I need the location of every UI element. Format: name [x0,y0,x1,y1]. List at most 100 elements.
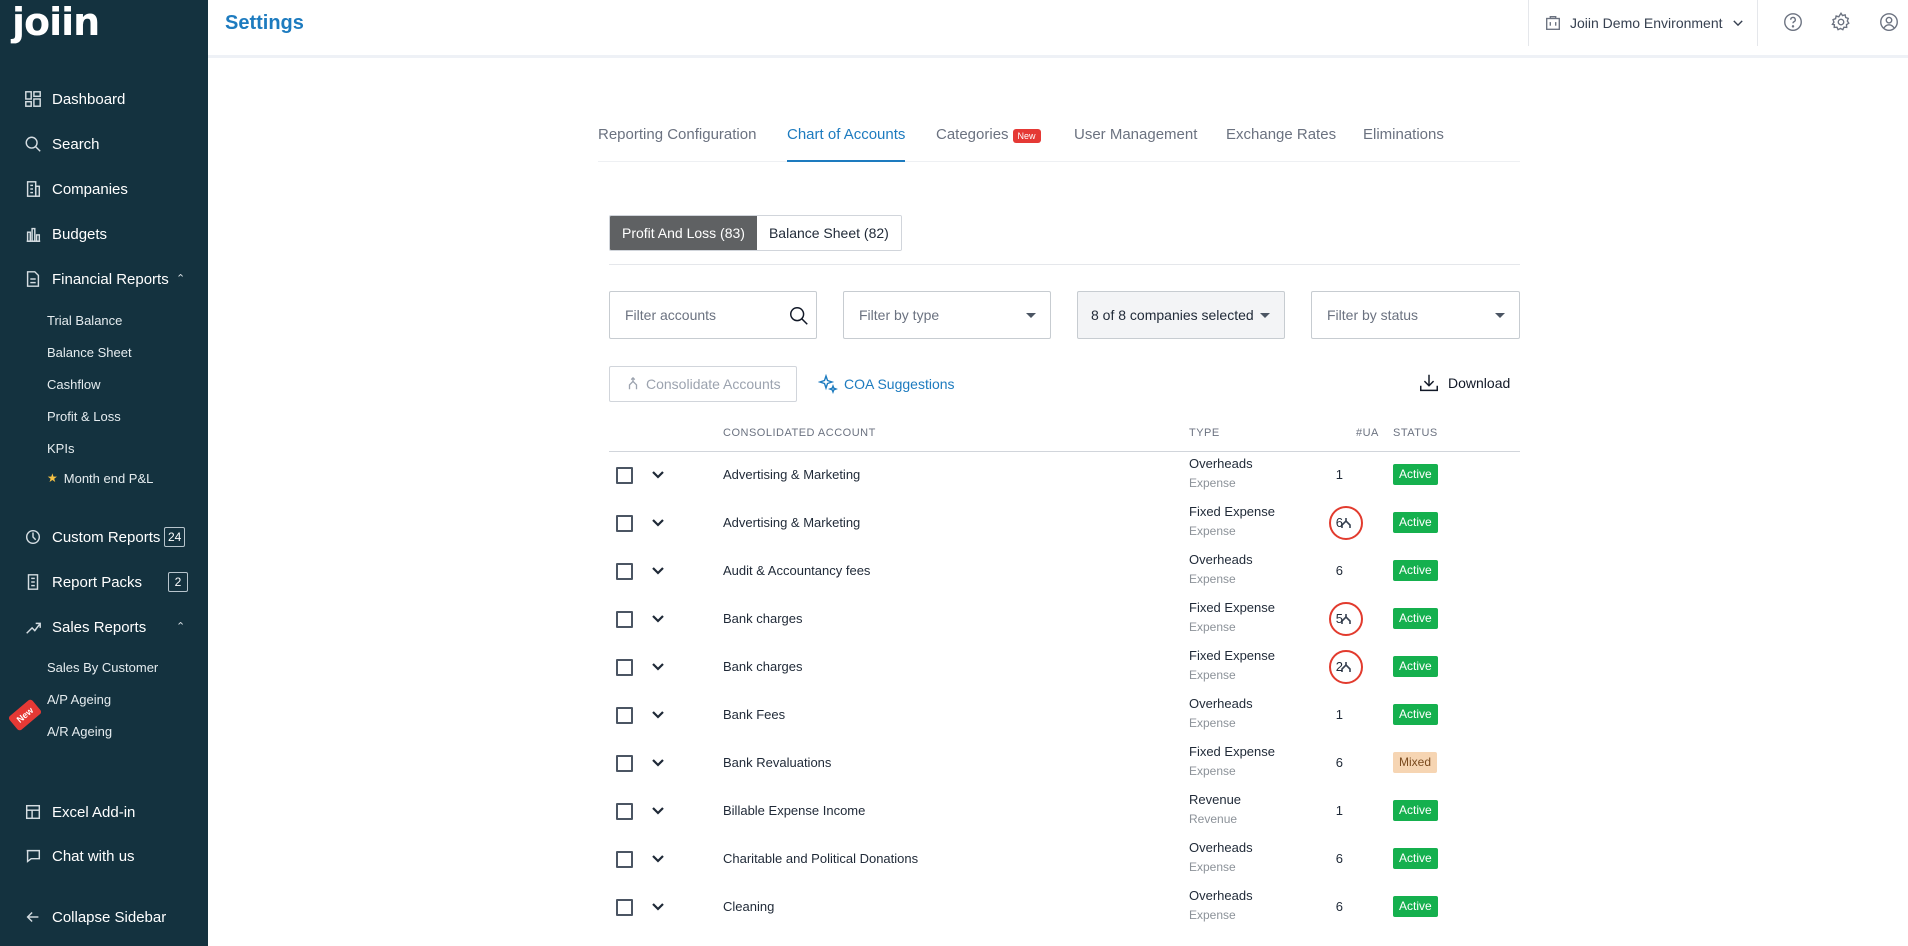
dashboard-icon [22,88,44,110]
table-row[interactable]: Audit & Accountancy fees Overheads Expense… [609,547,1520,595]
status-badge: Active [1393,512,1438,533]
table-row[interactable]: Advertising & Marketing Fixed Expense Expe… [609,499,1520,547]
top-header: Settings Joiin Demo Environment [208,0,1908,56]
table-row[interactable]: Bank charges Fixed Expense Expense 2 Active [609,643,1520,691]
chevron-down-icon[interactable] [650,754,668,772]
chevron-down-icon[interactable] [650,802,668,820]
sidebar-subitem-balance-sheet[interactable]: Balance Sheet [0,339,208,365]
column-header-account[interactable]: CONSOLIDATED ACCOUNT [723,427,876,439]
row-checkbox[interactable] [616,659,633,676]
header-divider [208,55,1908,58]
account-type: Fixed Expense [1189,744,1275,759]
select-value: 8 of 8 companies selected [1091,307,1254,323]
sidebar-subitem-kpis[interactable]: KPIs [0,435,208,461]
account-type: Fixed Expense [1189,648,1275,663]
company-select[interactable]: 8 of 8 companies selected [1077,291,1285,339]
account-name: Bank charges [723,659,803,674]
help-icon[interactable] [1782,11,1806,35]
sidebar-subitem-ar-ageing[interactable]: A/R Ageing [0,718,208,744]
tab-label: Exchange Rates [1226,126,1337,143]
chevron-up-icon[interactable]: ⌃ [176,620,185,633]
sidebar-item-excel-addin[interactable]: Excel Add-in [0,794,208,830]
chevron-down-icon[interactable] [650,658,668,676]
chevron-up-icon[interactable]: ⌃ [176,272,185,285]
environment-selector[interactable]: Joiin Demo Environment [1528,0,1758,46]
tab-chart-of-accounts[interactable]: Chart of Accounts [787,120,906,162]
tab-reporting-configuration[interactable]: Reporting Configuration [598,120,756,162]
sidebar-subitem-trial-balance[interactable]: Trial Balance [0,307,208,333]
chevron-down-icon[interactable] [650,466,668,484]
sidebar-subitem-cashflow[interactable]: Cashflow [0,371,208,397]
chevron-down-icon[interactable] [650,610,668,628]
unmapped-count: 6 [1335,515,1343,530]
account-name: Audit & Accountancy fees [723,563,871,578]
row-checkbox[interactable] [616,899,633,916]
balance-sheet-toggle[interactable]: Balance Sheet (82) [756,216,901,250]
filter-accounts-field[interactable] [609,291,817,339]
consolidate-accounts-button[interactable]: Consolidate Accounts [609,366,797,402]
row-checkbox[interactable] [616,467,633,484]
select-value: Filter by type [859,307,940,323]
sidebar-item-label: Financial Reports [52,270,169,288]
sidebar-item-financial-reports[interactable]: Financial Reports ⌃ [0,261,208,297]
row-checkbox[interactable] [616,755,633,772]
row-checkbox[interactable] [616,851,633,868]
sidebar-subitem-month-end-pl[interactable]: ★ Month end P&L [0,465,208,491]
chevron-down-icon[interactable] [650,562,668,580]
tab-exchange-rates[interactable]: Exchange Rates [1226,120,1336,162]
sidebar-item-label: Companies [52,180,128,198]
subitem-label: KPIs [47,440,75,456]
table-row[interactable]: Bank Revaluations Fixed Expense Expense 6 Mi… [609,739,1520,787]
row-checkbox[interactable] [616,611,633,628]
sidebar-item-custom-reports[interactable]: Custom Reports 24 [0,519,208,555]
count-badge: 24 [164,527,186,547]
sidebar-item-dashboard[interactable]: Dashboard [0,81,208,117]
sidebar-item-companies[interactable]: Companies [0,171,208,207]
tab-label: Categories [936,126,1009,143]
user-profile-icon[interactable] [1878,11,1902,35]
table-row[interactable]: Charitable and Political Donations Overhe… [609,835,1520,883]
logo[interactable]: joiin [12,0,100,44]
column-header-type[interactable]: TYPE [1189,427,1220,439]
filter-status-select[interactable]: Filter by status [1311,291,1520,339]
row-checkbox[interactable] [616,707,633,724]
chevron-down-icon[interactable] [650,706,668,724]
filter-accounts-input[interactable] [625,307,775,323]
filter-type-select[interactable]: Filter by type [843,291,1051,339]
table-row[interactable]: Bank charges Fixed Expense Expense 5 Active [609,595,1520,643]
sidebar-item-search[interactable]: Search [0,126,208,162]
sidebar-item-chat[interactable]: Chat with us [0,838,208,874]
table-row[interactable]: Cleaning Overheads Expense 6 Active [609,883,1520,931]
tab-categories[interactable]: Categories New [936,120,1041,162]
table-row[interactable]: Billable Expense Income Revenue Revenue 1 Ac… [609,787,1520,835]
table-row[interactable]: Advertising & Marketing Overheads Expense 1… [609,451,1520,499]
sidebar-item-report-packs[interactable]: Report Packs 2 [0,564,208,600]
divider [609,264,1520,265]
row-checkbox[interactable] [616,515,633,532]
sidebar-item-collapse[interactable]: Collapse Sidebar [0,899,208,935]
arrow-left-icon [22,906,44,928]
profit-and-loss-toggle[interactable]: Profit And Loss (83) [610,216,757,250]
unmapped-count: 1 [1335,707,1343,722]
row-checkbox[interactable] [616,803,633,820]
tab-eliminations[interactable]: Eliminations [1363,120,1444,162]
sidebar-item-sales-reports[interactable]: Sales Reports ⌃ [0,609,208,645]
chevron-down-icon[interactable] [650,514,668,532]
gear-icon[interactable] [1830,11,1854,35]
account-subtype: Expense [1189,716,1236,730]
column-header-ua[interactable]: #UA [1356,427,1379,439]
sidebar-subitem-profit-loss[interactable]: Profit & Loss [0,403,208,429]
button-label: COA Suggestions [844,376,955,392]
download-button[interactable]: Download [1418,372,1510,394]
chevron-down-icon[interactable] [650,850,668,868]
coa-suggestions-button[interactable]: COA Suggestions [818,374,955,394]
subitem-label: Balance Sheet [47,344,132,360]
sidebar-item-label: Dashboard [52,90,126,108]
table-row[interactable]: Bank Fees Overheads Expense 1 Active [609,691,1520,739]
chevron-down-icon[interactable] [650,898,668,916]
row-checkbox[interactable] [616,563,633,580]
tab-user-management[interactable]: User Management [1074,120,1197,162]
column-header-status[interactable]: STATUS [1393,427,1438,439]
sidebar-subitem-sales-by-customer[interactable]: Sales By Customer [0,654,208,680]
sidebar-item-budgets[interactable]: Budgets [0,216,208,252]
